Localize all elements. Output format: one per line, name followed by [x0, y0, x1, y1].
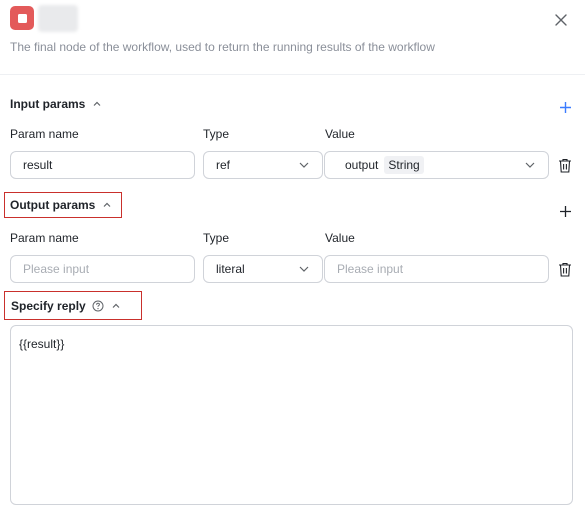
header-divider	[0, 74, 585, 75]
input-param-value-select[interactable]: output String	[324, 151, 549, 179]
trash-icon	[559, 262, 571, 277]
close-icon	[555, 14, 567, 26]
node-title-obscured	[38, 5, 78, 32]
end-node-icon	[10, 6, 34, 30]
output-col-param-name: Param name	[10, 231, 79, 245]
delete-input-param-button[interactable]	[557, 157, 573, 173]
add-input-param-button[interactable]	[557, 99, 573, 115]
stop-square-icon	[17, 13, 27, 23]
output-param-type-value: literal	[216, 262, 245, 276]
input-col-type: Type	[203, 127, 230, 141]
help-circle-icon[interactable]	[92, 300, 104, 312]
value-type-tag: String	[384, 156, 424, 174]
input-params-header[interactable]: Input params	[10, 97, 103, 111]
output-col-type: Type	[203, 231, 230, 245]
input-param-value-ref: output	[345, 158, 379, 172]
output-params-title: Output params	[10, 198, 96, 212]
node-description: The final node of the workflow, used to …	[10, 40, 435, 54]
input-param-name-field[interactable]	[10, 151, 195, 179]
input-params-title: Input params	[10, 97, 86, 111]
output-param-type-select[interactable]: literal	[203, 255, 323, 283]
specify-reply-header[interactable]: Specify reply	[4, 291, 142, 320]
chevron-down-icon	[298, 263, 310, 275]
chevron-up-icon[interactable]	[101, 199, 113, 211]
output-col-value: Value	[325, 231, 355, 245]
chevron-down-icon	[524, 159, 536, 171]
reply-template-textarea[interactable]: {{result}}	[10, 325, 573, 505]
delete-output-param-button[interactable]	[557, 261, 573, 277]
specify-reply-title: Specify reply	[11, 298, 86, 313]
plus-icon	[559, 205, 571, 217]
output-param-name-field[interactable]	[10, 255, 195, 283]
input-param-type-value: ref	[216, 158, 231, 172]
chevron-up-icon[interactable]	[91, 98, 103, 110]
output-param-value-field[interactable]	[324, 255, 549, 283]
input-col-param-name: Param name	[10, 127, 79, 141]
chevron-down-icon	[298, 159, 310, 171]
chevron-up-icon[interactable]	[110, 300, 122, 312]
trash-icon	[559, 158, 571, 173]
plus-icon	[559, 101, 571, 113]
close-button[interactable]	[552, 11, 570, 29]
output-params-header[interactable]: Output params	[4, 192, 122, 218]
input-col-value: Value	[325, 127, 355, 141]
input-param-type-select[interactable]: ref	[203, 151, 323, 179]
add-output-param-button[interactable]	[557, 203, 573, 219]
